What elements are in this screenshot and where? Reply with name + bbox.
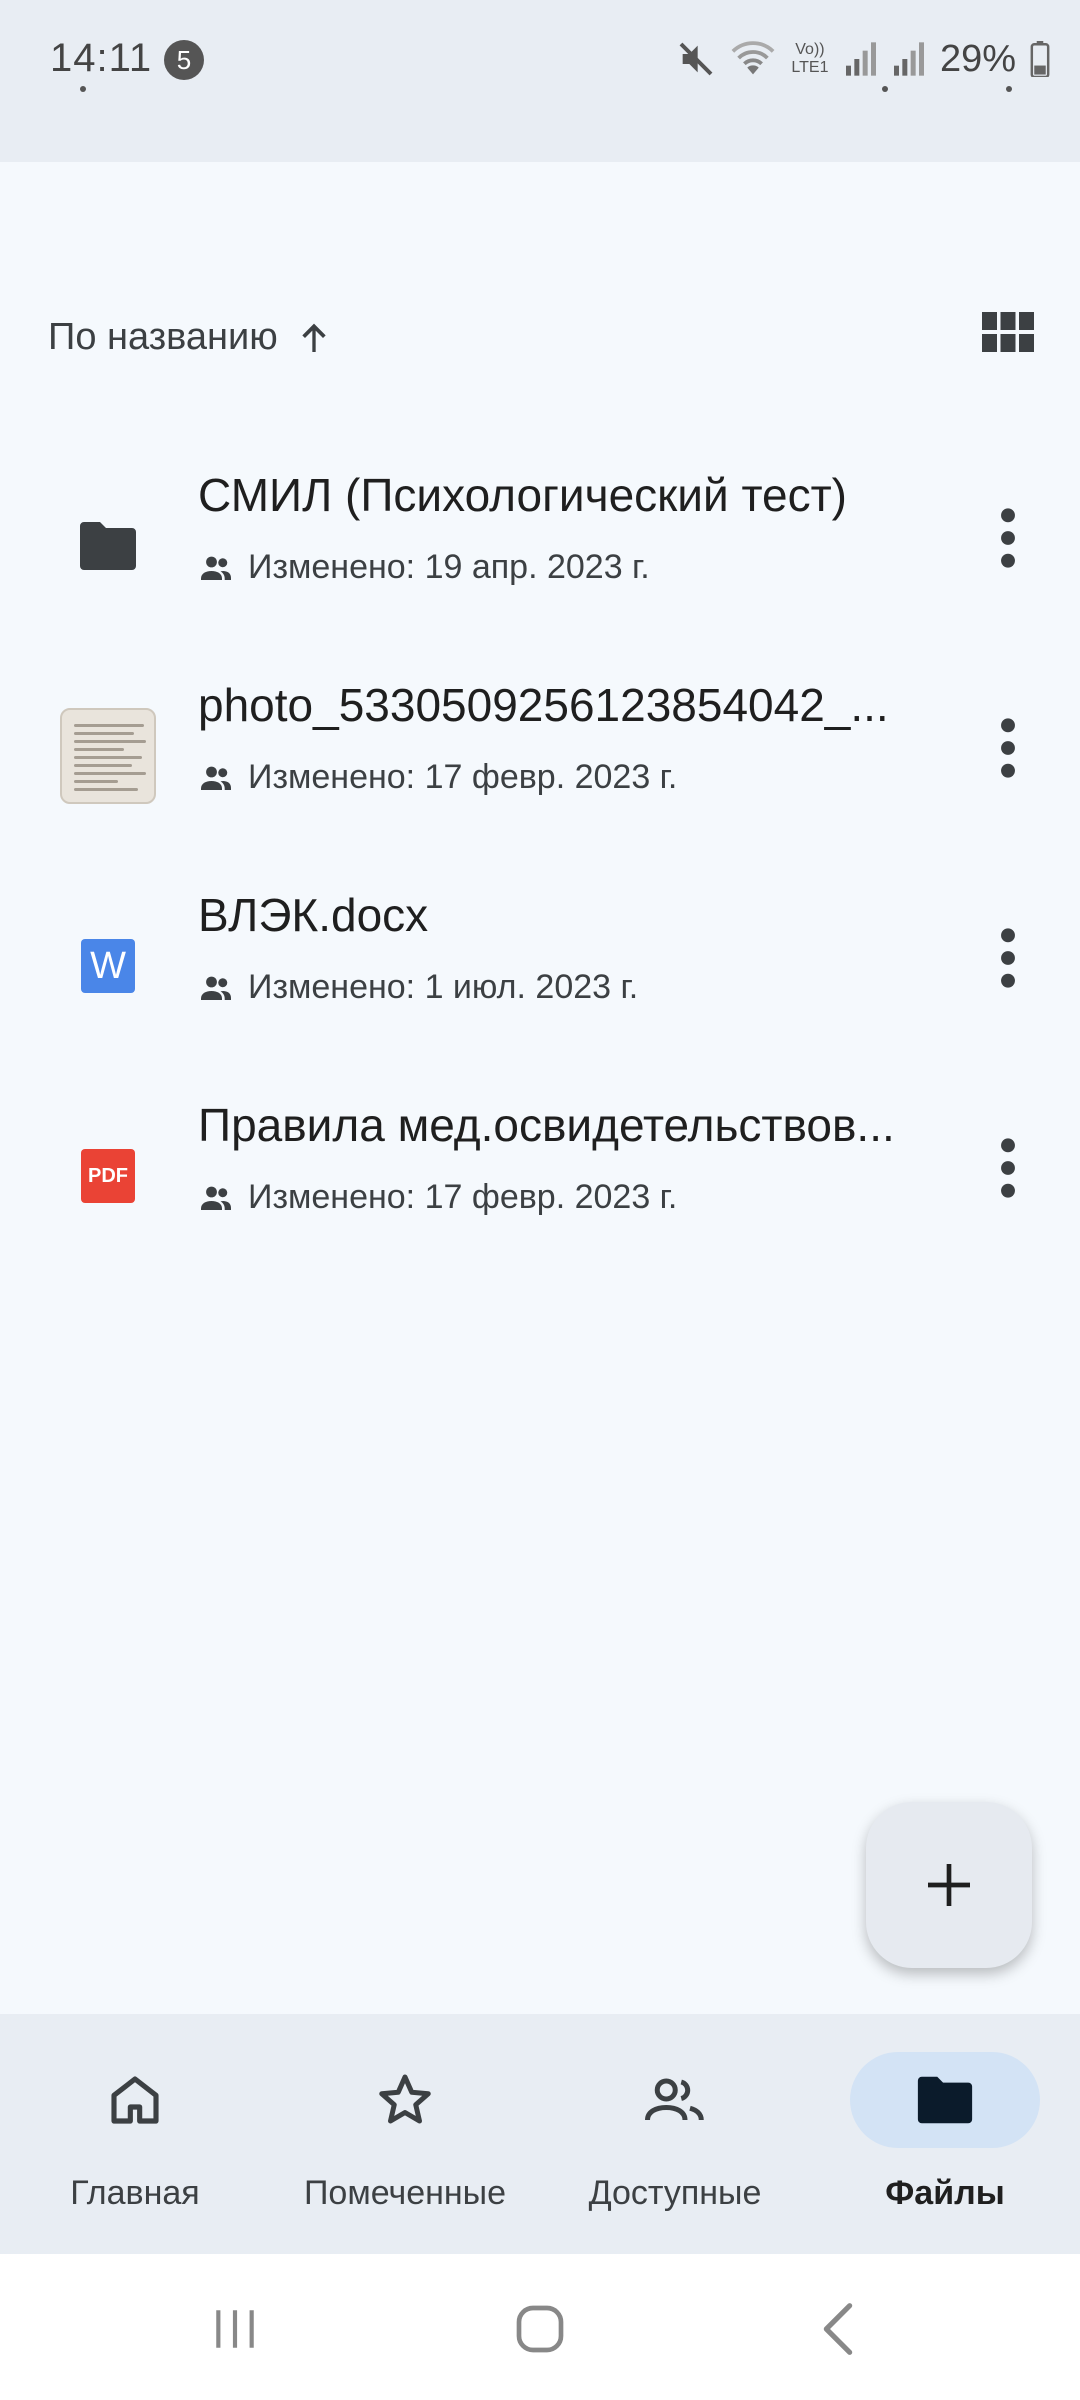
nav-home[interactable]: Главная bbox=[0, 2014, 270, 2254]
nav-label: Файлы bbox=[885, 2174, 1005, 2212]
status-time: 14:11 bbox=[50, 36, 153, 80]
nav-shared[interactable]: Доступные bbox=[540, 2014, 810, 2254]
modified-date: Изменено: 17 февр. 2023 г. bbox=[248, 1178, 678, 1216]
signal-icon bbox=[893, 42, 924, 76]
pdf-icon-label: PDF bbox=[81, 1149, 135, 1203]
home-icon bbox=[111, 2076, 159, 2124]
more-options-button[interactable] bbox=[988, 506, 1028, 570]
file-row[interactable]: PDF Правила мед.освидетельствов... Измен… bbox=[0, 1062, 1080, 1272]
network-label: Vo)) LTE1 bbox=[791, 41, 829, 76]
recent-apps-icon bbox=[216, 2310, 254, 2348]
folder-icon bbox=[917, 2076, 973, 2124]
more-vert-icon bbox=[1001, 508, 1015, 568]
file-meta: Изменено: 19 апр. 2023 г. bbox=[198, 548, 650, 587]
nav-files[interactable]: Файлы bbox=[810, 2014, 1080, 2254]
file-meta: Изменено: 17 февр. 2023 г. bbox=[198, 758, 677, 797]
status-indicator-dot bbox=[1006, 86, 1012, 92]
sort-button[interactable]: По названию bbox=[48, 302, 334, 372]
file-name: ВЛЭК.docx bbox=[198, 889, 429, 941]
nav-shared-icon-wrap bbox=[580, 2052, 770, 2148]
sort-label: По названию bbox=[48, 315, 278, 358]
word-icon-letter: W bbox=[81, 939, 135, 993]
file-name: СМИЛ (Психологический тест) bbox=[198, 469, 847, 521]
status-icons: Vo)) LTE1 29% bbox=[676, 34, 1050, 84]
signal-icon bbox=[845, 42, 876, 76]
file-row[interactable]: photo_5330509256123854042_... Изменено: … bbox=[0, 642, 1080, 852]
back-chevron-icon bbox=[823, 2303, 853, 2355]
image-thumbnail bbox=[58, 706, 158, 806]
more-vert-icon bbox=[1001, 718, 1015, 778]
more-options-button[interactable] bbox=[988, 926, 1028, 990]
notification-count-badge: 5 bbox=[164, 40, 204, 80]
file-name: Правила мед.освидетельствов... bbox=[198, 1099, 895, 1151]
battery-icon bbox=[1030, 41, 1050, 77]
more-vert-icon bbox=[1001, 1138, 1015, 1198]
file-name: photo_5330509256123854042_... bbox=[198, 679, 889, 731]
people-icon bbox=[201, 766, 231, 790]
pdf-icon: PDF bbox=[58, 1126, 158, 1226]
recent-apps-button[interactable] bbox=[200, 2294, 270, 2364]
file-row[interactable]: W ВЛЭК.docx Изменено: 1 июл. 2023 г. bbox=[0, 852, 1080, 1062]
file-browser: По названию СМИЛ (Психологический тест) bbox=[0, 162, 1080, 2014]
back-button[interactable] bbox=[808, 2294, 868, 2364]
folder-icon bbox=[58, 496, 158, 596]
people-icon bbox=[201, 556, 231, 580]
bottom-navigation: Главная Помеченные Доступные Файлы bbox=[0, 2014, 1080, 2254]
nav-label: Доступные bbox=[588, 2174, 762, 2212]
grid-view-icon bbox=[982, 312, 1034, 352]
nav-starred-icon-wrap bbox=[310, 2052, 500, 2148]
more-vert-icon bbox=[1001, 928, 1015, 988]
modified-date: Изменено: 19 апр. 2023 г. bbox=[248, 548, 650, 586]
more-options-button[interactable] bbox=[988, 1136, 1028, 1200]
people-icon bbox=[645, 2078, 704, 2121]
more-options-button[interactable] bbox=[988, 716, 1028, 780]
arrow-up-icon bbox=[302, 323, 326, 352]
status-indicator-dot bbox=[80, 86, 86, 92]
people-icon bbox=[201, 976, 231, 1000]
wifi-icon bbox=[731, 41, 775, 75]
file-meta: Изменено: 1 июл. 2023 г. bbox=[198, 968, 638, 1007]
grid-view-toggle[interactable] bbox=[978, 302, 1038, 362]
word-doc-icon: W bbox=[58, 916, 158, 1016]
nav-starred[interactable]: Помеченные bbox=[270, 2014, 540, 2254]
file-row[interactable]: СМИЛ (Психологический тест) Изменено: 19… bbox=[0, 432, 1080, 642]
home-button[interactable] bbox=[500, 2294, 580, 2364]
status-indicator-dot bbox=[882, 86, 888, 92]
file-list: СМИЛ (Психологический тест) Изменено: 19… bbox=[0, 432, 1080, 1272]
new-item-fab[interactable] bbox=[866, 1802, 1032, 1968]
nav-files-icon-wrap bbox=[850, 2052, 1040, 2148]
nav-label: Главная bbox=[70, 2174, 200, 2212]
modified-date: Изменено: 1 июл. 2023 г. bbox=[248, 968, 639, 1006]
home-square-icon bbox=[516, 2305, 564, 2353]
mute-icon bbox=[679, 42, 713, 76]
nav-home-icon-wrap bbox=[40, 2052, 230, 2148]
battery-percent: 29% bbox=[939, 37, 1016, 80]
system-navigation-bar bbox=[0, 2254, 1080, 2400]
status-bar: 14:11 5 Vo)) LTE1 29% bbox=[0, 0, 1080, 162]
nav-label: Помеченные bbox=[303, 2174, 507, 2212]
people-icon bbox=[201, 1186, 231, 1210]
file-meta: Изменено: 17 февр. 2023 г. bbox=[198, 1178, 677, 1217]
star-icon bbox=[379, 2074, 431, 2124]
modified-date: Изменено: 17 февр. 2023 г. bbox=[248, 758, 678, 796]
plus-icon bbox=[928, 1864, 970, 1906]
